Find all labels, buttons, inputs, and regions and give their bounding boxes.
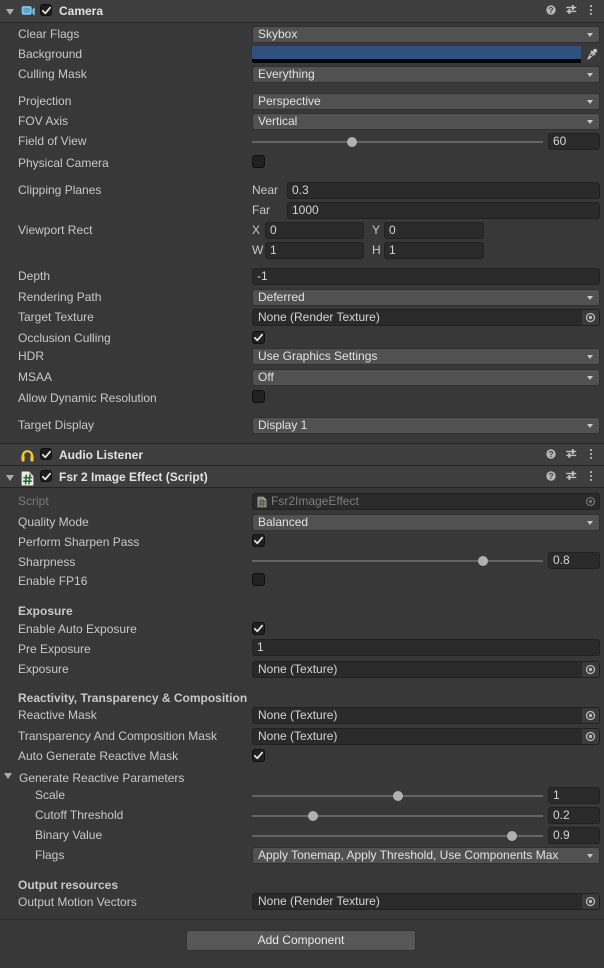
svg-text:?: ? bbox=[549, 449, 554, 459]
svg-text:?: ? bbox=[549, 5, 554, 15]
svg-text:?: ? bbox=[549, 471, 554, 481]
